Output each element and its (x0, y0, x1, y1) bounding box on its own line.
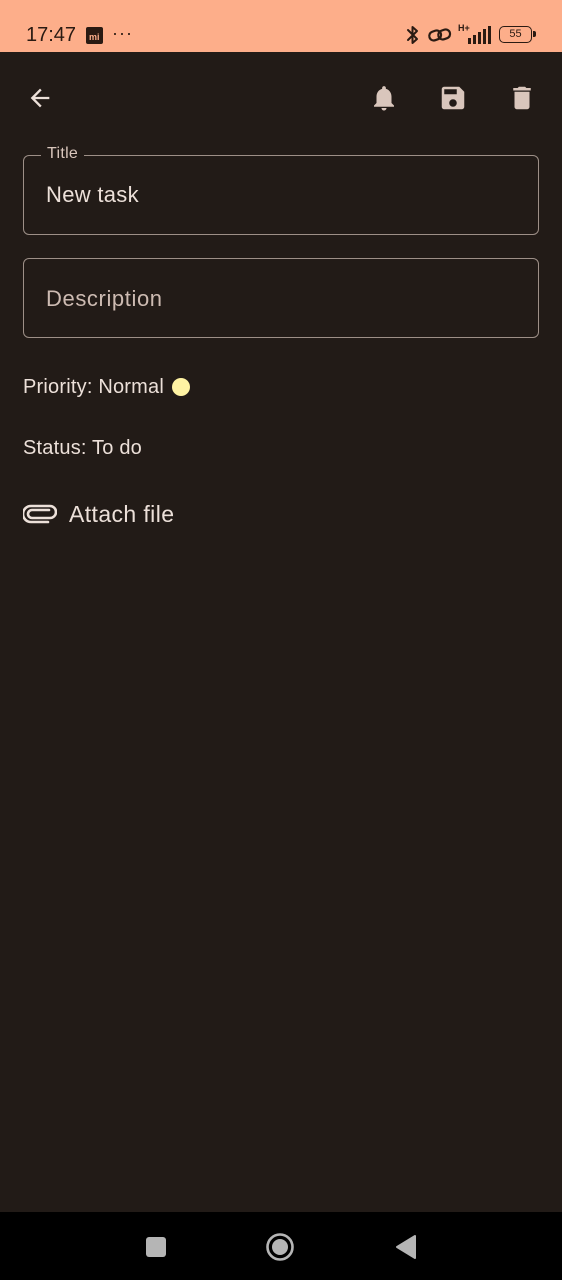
priority-color-dot (172, 378, 190, 396)
status-selector[interactable]: Status: To do (23, 437, 142, 460)
delete-icon (513, 86, 531, 110)
bell-icon (374, 86, 394, 111)
description-field[interactable]: Description (23, 258, 539, 338)
more-notifications-icon: ··· (112, 23, 133, 43)
system-navigation-bar (0, 1212, 562, 1280)
description-placeholder: Description (46, 286, 163, 311)
clock: 17:47 (26, 24, 77, 46)
bluetooth-icon (407, 26, 418, 44)
top-app-bar (0, 52, 562, 144)
paperclip-icon (23, 502, 57, 526)
recent-apps-button[interactable] (141, 1232, 171, 1262)
save-button[interactable] (433, 78, 473, 118)
title-field-label: Title (41, 145, 85, 163)
reminder-button[interactable] (364, 78, 404, 118)
priority-label: Priority: Normal (23, 375, 164, 398)
attach-file-label: Attach file (69, 500, 175, 527)
title-input-value[interactable]: New task (46, 182, 139, 208)
square-icon (146, 1237, 166, 1257)
hotspot-link-icon (428, 28, 452, 42)
system-back-button[interactable] (391, 1232, 421, 1262)
battery-icon: 55 (499, 26, 536, 43)
delete-button[interactable] (502, 78, 542, 118)
back-button[interactable] (20, 78, 60, 118)
circle-icon (266, 1233, 294, 1261)
status-bar: 17:47 mi ··· H+ 55 (0, 0, 562, 52)
app-notification-icon: mi (86, 27, 103, 44)
attach-file-button[interactable]: Attach file (23, 498, 174, 530)
priority-selector[interactable]: Priority: Normal (23, 375, 190, 399)
triangle-back-icon (396, 1235, 416, 1259)
save-icon (441, 86, 465, 110)
signal-strength-icon (468, 26, 491, 44)
home-button[interactable] (265, 1232, 295, 1262)
title-field[interactable]: Title New task (23, 145, 539, 235)
arrow-back-icon (30, 88, 50, 108)
